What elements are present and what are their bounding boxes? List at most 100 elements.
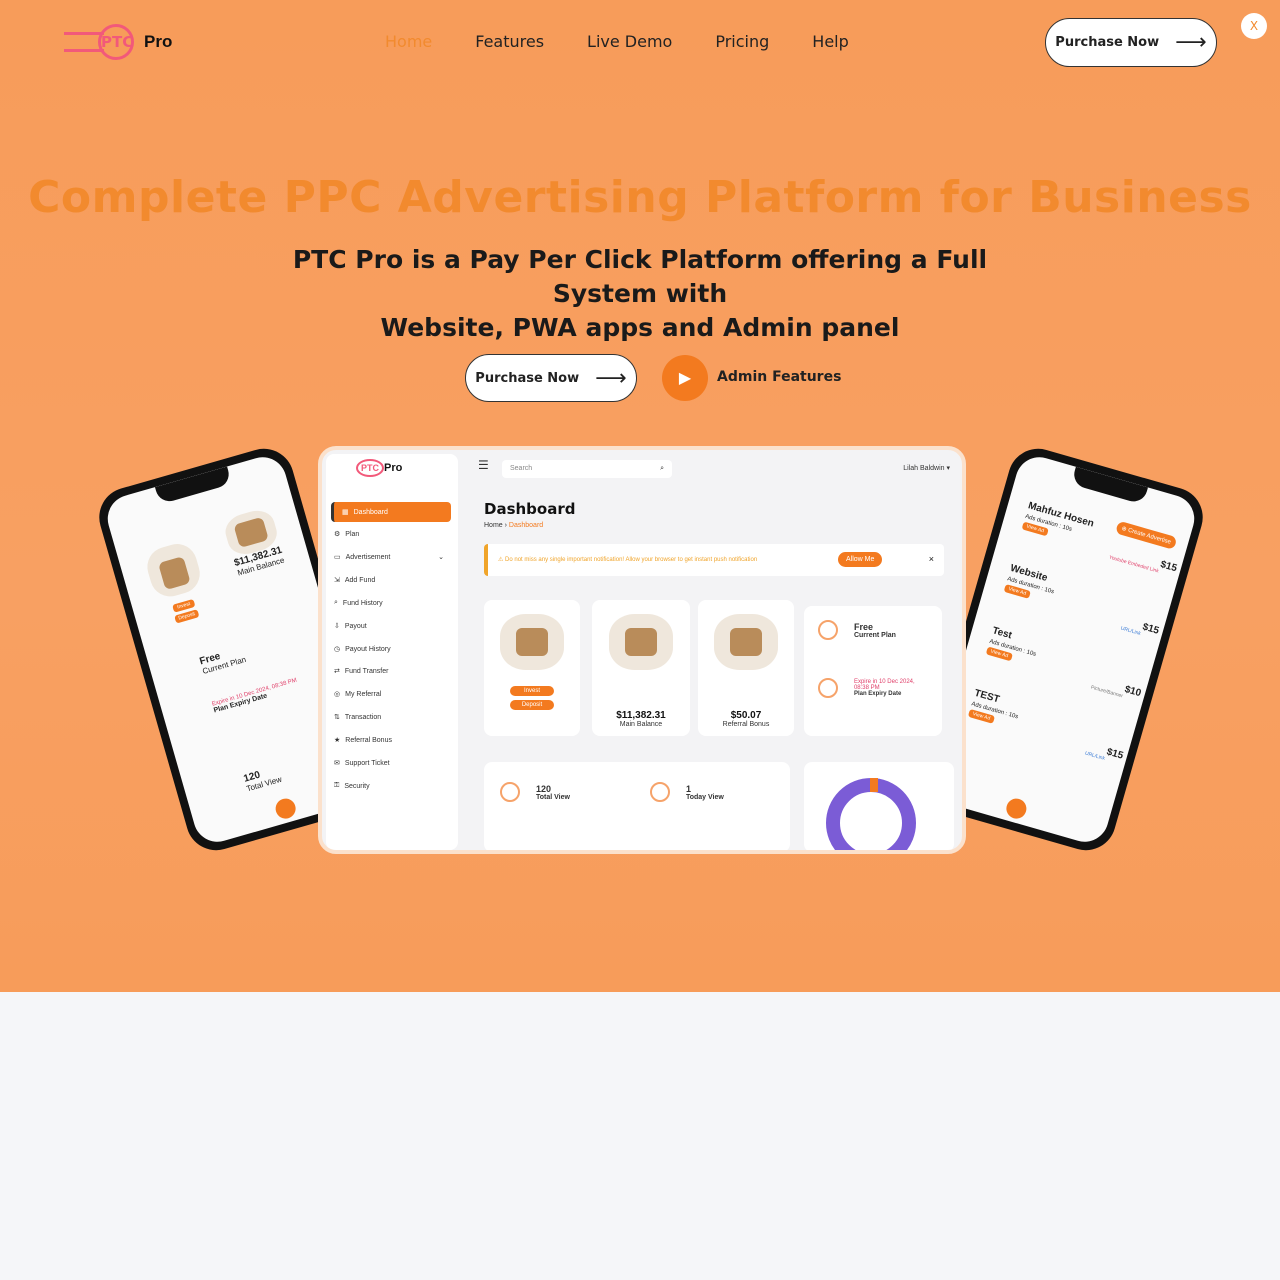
chevron-down-icon: ⌄: [438, 554, 444, 561]
subtitle-line-2: Website, PWA apps and Admin panel: [380, 313, 900, 342]
ad-price: $10: [1123, 684, 1143, 700]
arrow-right-icon: ⟶: [595, 365, 627, 391]
breadcrumb-current: Dashboard: [508, 522, 544, 529]
sidebar-item-add-fund[interactable]: ⇲ Add Fund: [334, 576, 375, 585]
breadcrumb-home[interactable]: Home: [484, 522, 503, 529]
nav-home[interactable]: Home: [385, 32, 432, 51]
views-card: 120 Total View 1 Today View: [484, 762, 790, 850]
sidebar-item-security[interactable]: ⚿ Security: [334, 782, 370, 790]
logo[interactable]: PTC Pro: [64, 22, 184, 62]
plan-row: Free Current Plan: [818, 620, 896, 640]
person-illustration: [142, 539, 205, 602]
plan-icon: [818, 620, 838, 640]
invest-card: Invest Deposit: [484, 600, 580, 736]
admin-features-link[interactable]: Admin Features: [717, 369, 841, 385]
search-growth-illustration: [714, 614, 778, 670]
referral-value: $50.07: [730, 710, 762, 721]
sidebar-item-advertisement[interactable]: ▭ Advertisement ⌄: [334, 553, 444, 562]
sidebar-item-dashboard[interactable]: ▦ Dashboard: [331, 502, 451, 522]
page-title: Dashboard: [484, 500, 576, 518]
total-view-row: 120 Total View: [242, 764, 282, 794]
sidebar-item-support-ticket[interactable]: ✉ Support Ticket: [334, 759, 390, 768]
sidebar-item-plan[interactable]: ⚙ Plan: [334, 530, 359, 539]
ad-item: Test Ads duration : 10s View Ad $10 Picture/…: [984, 625, 1148, 704]
hero-section: PTC Pro Home Features Live Demo Pricing …: [0, 0, 1280, 992]
alert-close-button[interactable]: ×: [929, 554, 934, 564]
ad-type: Picture/Banner: [1090, 684, 1124, 700]
dashboard-sidebar: PTC Pro ▦ Dashboard ⚙ Plan ▭ Advertisemen…: [326, 454, 458, 850]
hero-purchase-button[interactable]: Purchase Now ⟶: [465, 354, 637, 402]
notification-alert: ⚠ Do not miss any single important notif…: [484, 544, 944, 576]
fingerprint-icon: [650, 782, 670, 802]
balance-card: $11,382.31 Main Balance: [212, 504, 296, 581]
hero-subtitle: PTC Pro is a Pay Per Click Platform offe…: [240, 243, 1040, 345]
deposit-button[interactable]: Deposit: [510, 700, 554, 710]
ad-price: $15: [1105, 746, 1125, 762]
invest-card: Invest Deposit: [138, 538, 217, 629]
fingerprint-icon: [818, 678, 838, 698]
dashboard-main: ☰ Search ⌕ Lilah Baldwin ▾ Dashboard Home…: [470, 450, 962, 850]
phone-notch: [154, 466, 233, 505]
sidebar-item-payout-history[interactable]: ◷ Payout History: [334, 645, 391, 654]
person-illustration: [500, 614, 564, 670]
ad-type: URL/Link: [1084, 750, 1106, 762]
sidebar-item-fund-transfer[interactable]: ⇄ Fund Transfer: [334, 667, 388, 676]
plan-row: Free Current Plan: [198, 644, 247, 676]
ad-item: Website Ads duration : 10s View Ad $15 URL/L…: [1002, 563, 1166, 642]
subtitle-line-1: PTC Pro is a Pay Per Click Platform offe…: [292, 245, 988, 308]
home-fab-button[interactable]: [1004, 796, 1029, 821]
navbar: PTC Pro Home Features Live Demo Pricing …: [0, 0, 1280, 85]
hero-title: Complete PPC Advertising Platform for Bu…: [28, 172, 1252, 223]
sidebar-item-payout[interactable]: ⇩ Payout: [334, 622, 367, 631]
balance-card: $11,382.31 Main Balance: [592, 600, 690, 736]
home-fab-button[interactable]: [273, 796, 298, 821]
breadcrumb: Home › Dashboard: [484, 522, 544, 529]
logo-text: Pro: [144, 32, 173, 51]
sidebar-item-my-referral[interactable]: ◎ My Referral: [334, 690, 381, 699]
nav-pricing[interactable]: Pricing: [715, 32, 769, 51]
expiry-row: Expire in 10 Dec 2024, 08:38 PM Plan Expi…: [818, 678, 930, 698]
dashboard-logo: PTC Pro: [356, 459, 402, 477]
ad-title: Test: [990, 625, 1014, 642]
sidebar-item-referral-bonus[interactable]: ★ Referral Bonus: [334, 736, 392, 745]
nav-features[interactable]: Features: [475, 32, 544, 51]
ad-type: URL/Link: [1120, 625, 1142, 637]
ad-price: $15: [1141, 621, 1161, 637]
deposit-button[interactable]: Deposit: [173, 609, 200, 624]
allow-me-button[interactable]: Allow Me: [838, 552, 883, 567]
nav-purchase-button[interactable]: Purchase Now ⟶: [1045, 18, 1217, 67]
nav-live-demo[interactable]: Live Demo: [587, 32, 672, 51]
arrow-right-icon: ⟶: [1175, 30, 1207, 55]
logo-ring: PTC: [98, 24, 134, 60]
fingerprint-icon: [500, 782, 520, 802]
nav-purchase-label: Purchase Now: [1055, 35, 1160, 50]
user-menu[interactable]: Lilah Baldwin ▾: [903, 464, 950, 472]
plan-card: Free Current Plan Expire in 10 Dec 2024, …: [804, 606, 942, 736]
alert-text: Do not miss any single important notific…: [505, 557, 758, 563]
today-view-row: 1 Today View: [650, 782, 724, 802]
hero-purchase-label: Purchase Now: [475, 370, 580, 386]
invest-button[interactable]: Invest: [510, 686, 554, 696]
balance-label: Main Balance: [619, 721, 663, 728]
ad-item: Mahfuz Hosen Ads duration : 10s View Ad $15…: [1020, 500, 1184, 579]
nav-help[interactable]: Help: [812, 32, 848, 51]
dashboard-topbar: ☰ Search ⌕ Lilah Baldwin ▾: [478, 458, 954, 480]
dashboard-mockup: PTC Pro ▦ Dashboard ⚙ Plan ▭ Advertisemen…: [318, 446, 966, 854]
ad-item: TEST Ads duration : 10s View Ad $15 URL/Link: [966, 688, 1130, 767]
expiry-row: Expire in 10 Dec 2024, 08:38 PM Plan Expi…: [211, 678, 299, 715]
lower-section: [0, 992, 1280, 1280]
sidebar-item-transaction[interactable]: ⇅ Transaction: [334, 713, 381, 722]
play-icon[interactable]: ▶: [662, 355, 708, 401]
menu-toggle-icon[interactable]: ☰: [478, 458, 489, 472]
total-view-row: 120 Total View: [500, 782, 570, 802]
phone-notch: [1070, 466, 1149, 505]
referral-label: Referral Bonus: [722, 721, 770, 728]
close-button[interactable]: X: [1241, 13, 1267, 39]
search-input[interactable]: Search ⌕: [502, 460, 672, 478]
ad-price: $15: [1159, 559, 1179, 575]
main-menu: Home Features Live Demo Pricing Help: [385, 32, 849, 51]
referral-card: $50.07 Referral Bonus: [698, 600, 794, 736]
sidebar-item-fund-history[interactable]: ⌕ Fund History: [334, 599, 383, 607]
coins-illustration: [609, 614, 673, 670]
balance-value: $11,382.31: [616, 710, 666, 721]
